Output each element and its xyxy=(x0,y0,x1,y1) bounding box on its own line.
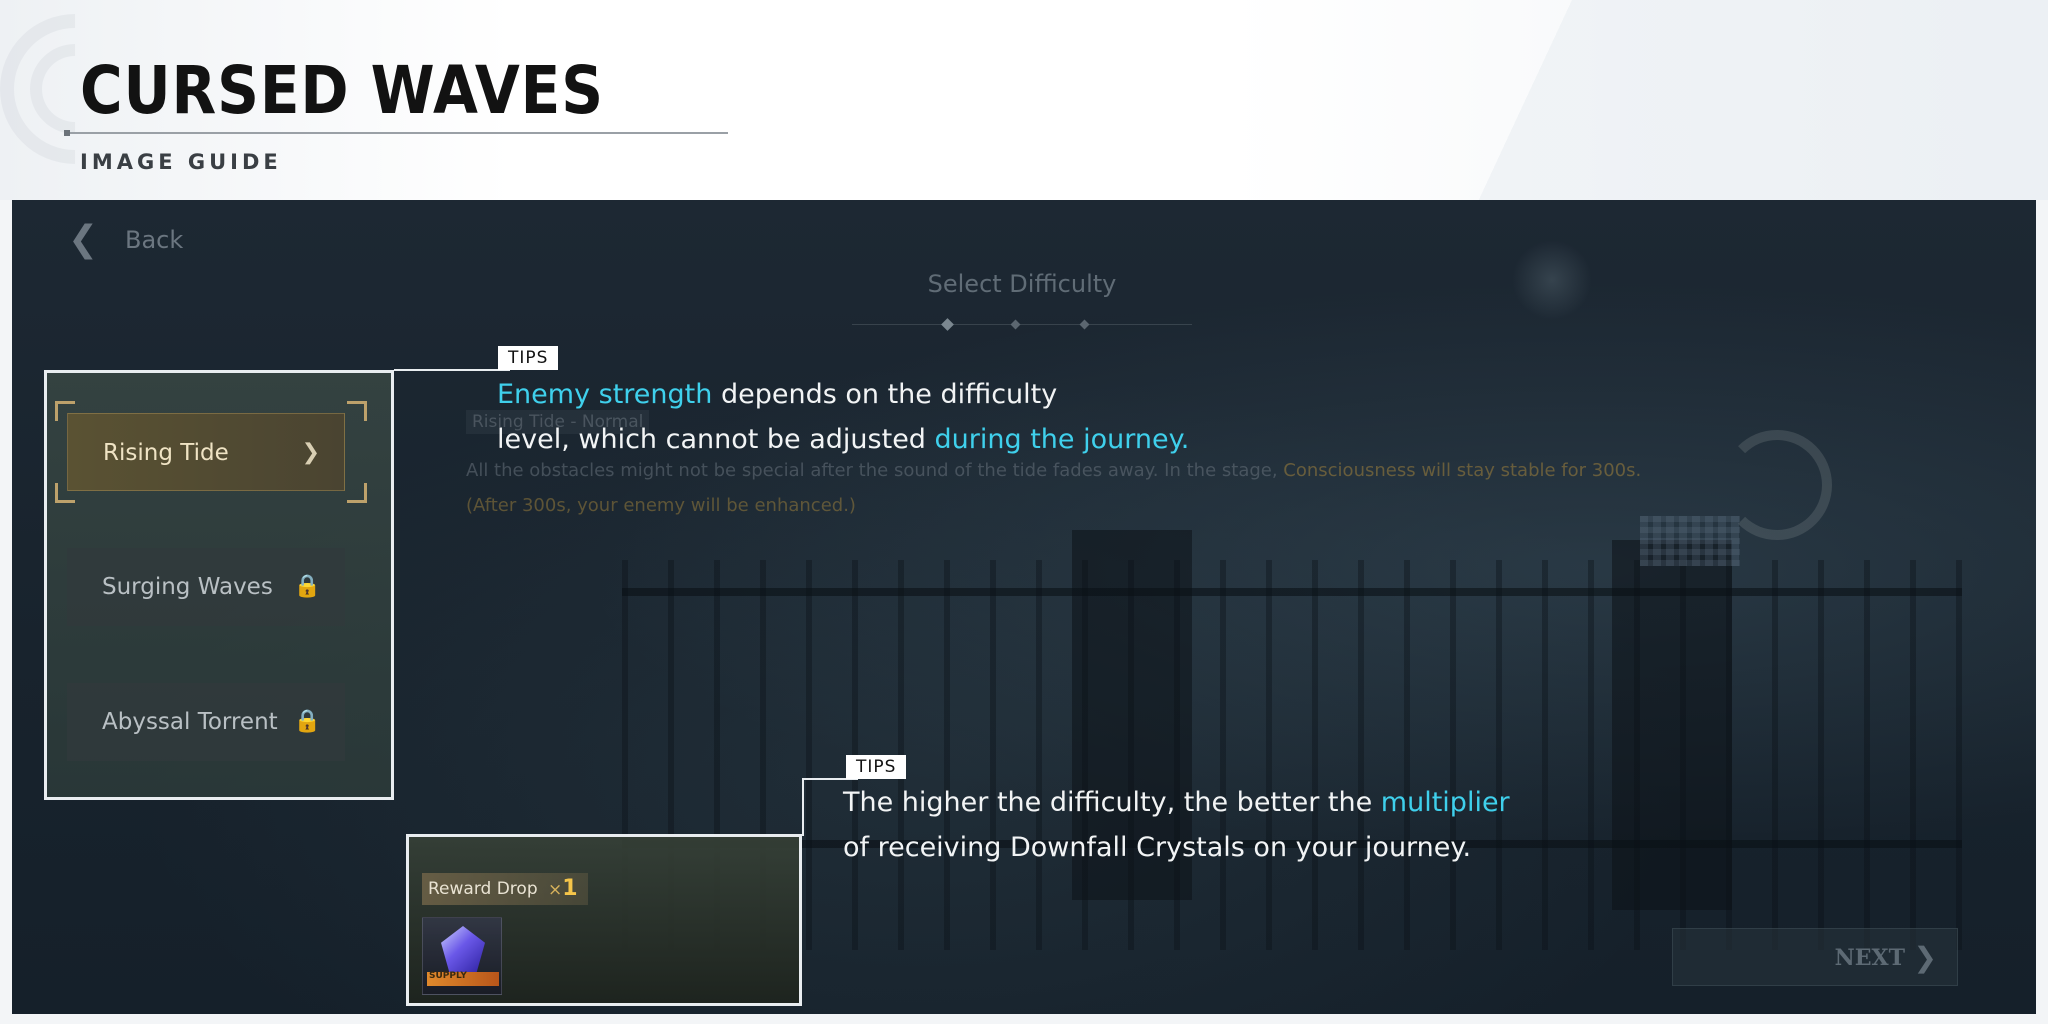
tip-accent: Enemy strength xyxy=(497,379,713,410)
tip-body: level, which cannot be adjusted xyxy=(497,424,935,455)
chevron-right-icon: ❯ xyxy=(1913,941,1937,974)
difficulty-option-label: Abyssal Torrent xyxy=(102,709,278,735)
title-divider xyxy=(64,130,728,136)
selection-corner xyxy=(347,401,367,421)
stage-description-text: All the obstacles might not be special a… xyxy=(466,460,1284,481)
lock-icon: 🔒 xyxy=(293,574,321,599)
tip-body: depends on the difficulty xyxy=(712,379,1058,410)
back-arrow-icon[interactable]: ❮ xyxy=(68,220,108,260)
tip-body: of receiving Downfall Crystals on your j… xyxy=(843,832,1472,863)
difficulty-option-label: Surging Waves xyxy=(102,574,273,600)
difficulty-title-divider xyxy=(852,324,1192,325)
tip-line-2: of receiving Downfall Crystals on your j… xyxy=(843,825,1510,870)
moon-glow xyxy=(1512,240,1592,320)
page-subtitle: IMAGE GUIDE xyxy=(80,150,282,174)
stage-description: All the obstacles might not be special a… xyxy=(466,460,1641,481)
tip-text-enemy-strength: Enemy strength depends on the difficulty… xyxy=(497,372,1189,462)
tip-line-1: The higher the difficulty, the better th… xyxy=(843,780,1510,825)
fence-background xyxy=(622,560,1962,950)
emblem-grid-decoration xyxy=(1640,516,1740,566)
stage-description-highlight: Consciousness will stay stable for 300s. xyxy=(1283,460,1642,481)
select-difficulty-title: Select Difficulty xyxy=(927,270,1117,298)
difficulty-step-dot xyxy=(941,318,954,331)
chevron-right-icon: ❯ xyxy=(301,440,320,465)
reward-drop-label: Reward Drop xyxy=(428,879,538,899)
tips-tag: TIPS xyxy=(498,346,559,370)
difficulty-step-dot xyxy=(1010,319,1021,330)
back-button[interactable]: Back xyxy=(125,220,183,260)
difficulty-option-abyssal-torrent[interactable]: Abyssal Torrent 🔒 xyxy=(67,683,345,761)
selection-corner xyxy=(347,483,367,503)
tip-accent: during the journey. xyxy=(934,424,1190,455)
difficulty-option-rising-tide[interactable]: Rising Tide ❯ xyxy=(67,413,345,491)
reward-multiplier-prefix: × xyxy=(548,880,563,900)
item-band-label: SUPPLY xyxy=(429,971,467,981)
lock-icon: 🔒 xyxy=(293,709,321,734)
reward-drop-highlight: Reward Drop ×1 SUPPLY xyxy=(406,834,802,1006)
difficulty-list-highlight: Rising Tide ❯ Surging Waves 🔒 Abyssal To… xyxy=(44,370,394,800)
tip-line-2: level, which cannot be adjusted during t… xyxy=(497,417,1189,462)
crystal-icon xyxy=(441,926,485,974)
difficulty-step-dot xyxy=(1079,319,1090,330)
tip-line-1: Enemy strength depends on the difficulty xyxy=(497,372,1189,417)
tip-accent: multiplier xyxy=(1380,787,1510,818)
tips-tag: TIPS xyxy=(846,755,907,779)
stage-description-note: (After 300s, your enemy will be enhanced… xyxy=(466,495,856,516)
tip-text-multiplier: The higher the difficulty, the better th… xyxy=(843,780,1510,870)
tip-body: The higher the difficulty, the better th… xyxy=(843,787,1381,818)
fence-rail xyxy=(622,588,1962,596)
next-button-label: NEXT xyxy=(1834,945,1905,971)
downfall-crystal-item[interactable]: SUPPLY xyxy=(422,917,502,995)
reward-multiplier-value: 1 xyxy=(562,876,578,901)
tip-connector-line xyxy=(394,369,510,371)
page-title: CURSED WAVES xyxy=(80,52,604,129)
reward-drop-tag: Reward Drop ×1 xyxy=(422,873,588,905)
difficulty-option-surging-waves[interactable]: Surging Waves 🔒 xyxy=(67,548,345,626)
tip-connector-line xyxy=(802,778,804,836)
reward-multiplier: ×1 xyxy=(548,873,578,906)
difficulty-option-label: Rising Tide xyxy=(103,440,229,466)
next-button[interactable]: NEXT ❯ xyxy=(1672,928,1958,986)
item-band: SUPPLY xyxy=(427,971,499,986)
game-screenshot: ❮ Back Select Difficulty Rising Tide - N… xyxy=(12,200,2036,1014)
